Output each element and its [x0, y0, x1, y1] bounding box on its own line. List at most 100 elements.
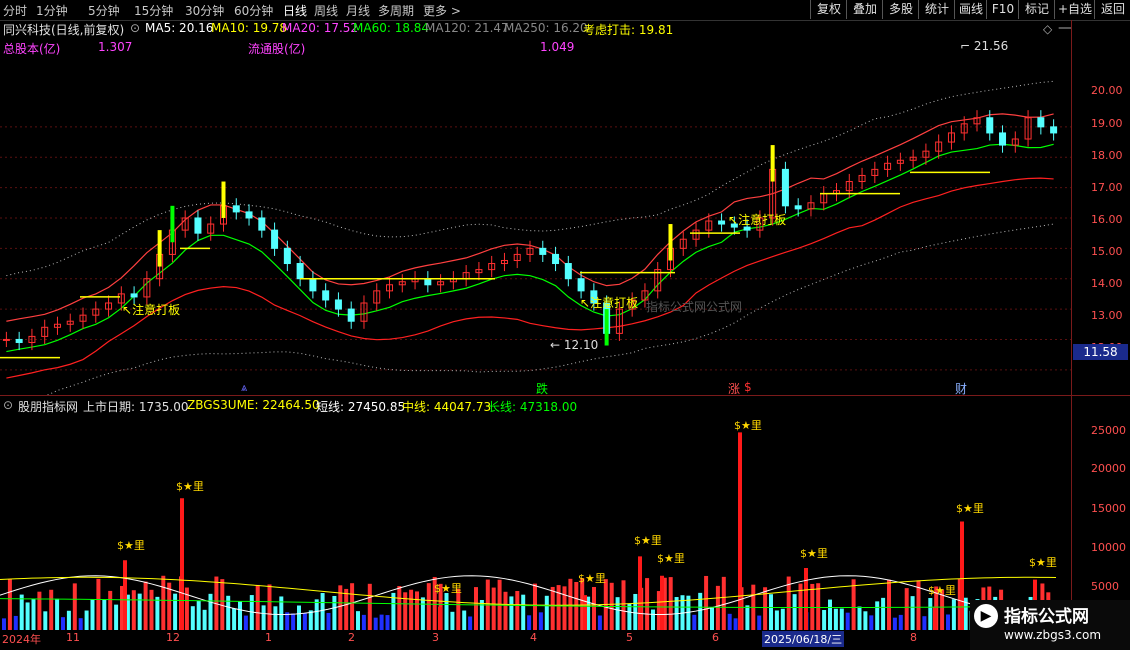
- minus-icon[interactable]: —: [1058, 20, 1072, 36]
- volume-bar: [78, 618, 83, 630]
- tab-daily[interactable]: 日线: [283, 2, 307, 19]
- candle-body: [986, 117, 994, 134]
- dollar-icon: $: [744, 380, 752, 394]
- volume-bar: [810, 583, 815, 630]
- volume-bar: [833, 608, 838, 630]
- volume-bar: [84, 610, 89, 630]
- volume-bar: [668, 577, 673, 630]
- money-bag-icon: $★里: [657, 552, 685, 565]
- multi-stock-button[interactable]: 多股: [882, 0, 919, 19]
- volume-bar: [904, 588, 909, 630]
- tab-60min[interactable]: 60分钟: [234, 2, 273, 19]
- volume-bar: [544, 595, 549, 630]
- date-tick: 4: [530, 631, 537, 644]
- volume-bar: [857, 606, 862, 630]
- volume-bar: [344, 588, 349, 630]
- statistics-button[interactable]: 统计: [918, 0, 955, 19]
- tab-1min[interactable]: 1分钟: [36, 2, 68, 19]
- volume-bar: [61, 617, 65, 630]
- money-bag-icon: $★里: [578, 572, 606, 585]
- overlay-button[interactable]: 叠加: [846, 0, 883, 19]
- ma5-label: MA5: 20.16: [145, 21, 214, 35]
- draw-line-button[interactable]: 画线: [954, 0, 987, 19]
- stock-title: 同兴科技(日线,前复权): [3, 23, 125, 37]
- volume-bar: [19, 594, 24, 630]
- mark-button[interactable]: 标记: [1018, 0, 1055, 19]
- candle-body: [296, 263, 304, 280]
- volume-bar: [627, 603, 632, 630]
- y-tick-16: 16.00: [1091, 213, 1123, 226]
- signal-volume-bar: [180, 498, 184, 630]
- volume-bar: [698, 592, 703, 630]
- diamond-icon[interactable]: ◇: [1043, 22, 1052, 36]
- restore-rights-button[interactable]: 复权: [810, 0, 847, 19]
- lower-band-line: [6, 177, 1054, 379]
- volume-bar: [426, 583, 431, 630]
- candle-body: [258, 217, 266, 231]
- float-shares-value: 1.049: [540, 40, 575, 54]
- volume-bar: [715, 585, 720, 630]
- volume-bar: [468, 616, 473, 630]
- back-button[interactable]: 返回: [1094, 0, 1130, 19]
- tab-30min[interactable]: 30分钟: [185, 2, 224, 19]
- volume-bar: [190, 606, 195, 630]
- candle-body: [999, 132, 1007, 146]
- date-axis: 2024年 11 12 1 2 3 4 5 6 2025/06/18/三 8: [0, 630, 1072, 650]
- volume-bar: [621, 580, 626, 630]
- sub-y-tick-10000: 10000: [1091, 541, 1126, 554]
- tab-minute[interactable]: 分时: [3, 2, 27, 19]
- volume-bar: [161, 575, 166, 630]
- volume-bar: [816, 583, 821, 630]
- volume-bar: [851, 579, 856, 630]
- volume-bar: [37, 591, 42, 630]
- volume-bar: [898, 614, 903, 630]
- volume-bar: [704, 575, 709, 630]
- volume-bar: [255, 584, 260, 630]
- brand-url: www.zbgs3.com: [1004, 628, 1102, 642]
- tab-5min[interactable]: 5分钟: [88, 2, 120, 19]
- volume-bar: [96, 578, 101, 630]
- candle-body: [322, 290, 330, 301]
- volume-bar: [403, 592, 408, 630]
- chevron-down-icon[interactable]: ⊙: [130, 21, 140, 35]
- tab-weekly[interactable]: 周线: [314, 2, 338, 19]
- candlestick-chart[interactable]: [0, 55, 1072, 395]
- add-favorite-button[interactable]: +自选: [1054, 0, 1095, 19]
- period-toolbar: 分时 1分钟 5分钟 15分钟 30分钟 60分钟 日线 周线 月线 多周期 更…: [0, 0, 1130, 21]
- tab-more[interactable]: 更多 >: [423, 2, 461, 19]
- volume-bar: [503, 591, 508, 630]
- volume-bar: [243, 615, 248, 630]
- volume-bar: [774, 610, 779, 630]
- money-bag-icon: $★里: [928, 584, 956, 597]
- date-tick: 5: [626, 631, 633, 644]
- candle-body: [794, 205, 802, 210]
- candle-body: [1037, 117, 1045, 128]
- volume-bar: [367, 583, 372, 630]
- up-arrow-icon: ⩓: [241, 381, 248, 394]
- y-tick-20: 20.00: [1091, 84, 1123, 97]
- signal-bar: [770, 145, 775, 182]
- tab-monthly[interactable]: 月线: [346, 2, 370, 19]
- volume-bar: [43, 611, 48, 630]
- candle-body: [539, 247, 547, 255]
- volume-bar: [462, 610, 467, 630]
- settings-icon[interactable]: ⊙: [3, 398, 13, 412]
- high-marker: ⌐ 21.56: [960, 39, 1009, 53]
- annotation-3: ↖注意打板: [728, 213, 787, 227]
- signal-volume-bar: [960, 521, 964, 630]
- watermark: 指标公式网公式网: [646, 300, 743, 314]
- volume-bar: [13, 615, 18, 630]
- money-bag-icon: $★里: [434, 582, 462, 595]
- candle-body: [564, 263, 572, 280]
- volume-bar: [297, 605, 301, 630]
- tab-15min[interactable]: 15分钟: [134, 2, 173, 19]
- sub-y-tick-5000: 5000: [1091, 580, 1119, 593]
- volume-indicator-chart[interactable]: [0, 413, 1072, 630]
- volume-bar: [137, 593, 142, 630]
- f10-button[interactable]: F10: [986, 0, 1019, 19]
- tab-multi-period[interactable]: 多周期: [378, 2, 414, 19]
- volume-bar: [538, 612, 543, 630]
- volume-bar: [385, 615, 390, 630]
- strike-label: 考虑打击: 19.81: [583, 23, 674, 37]
- volume-bar: [320, 592, 325, 630]
